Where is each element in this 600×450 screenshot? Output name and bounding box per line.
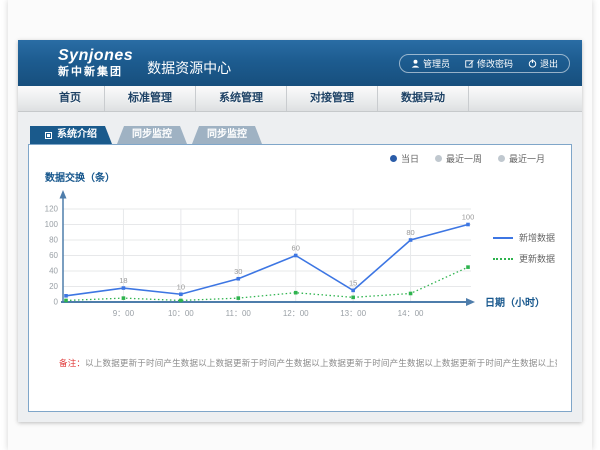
svg-text:18: 18	[119, 276, 127, 285]
svg-text:0: 0	[54, 298, 59, 307]
nav-item-data-change[interactable]: 数据异动	[378, 86, 469, 111]
svg-text:14：00: 14：00	[398, 309, 424, 318]
nav-item-home[interactable]: 首页	[36, 86, 105, 111]
grid-icon	[45, 132, 52, 139]
brand-name-chinese: 新中新集团	[58, 66, 133, 79]
svg-text:100: 100	[45, 220, 59, 229]
legend-label: 更新数据	[519, 252, 555, 265]
time-filter-group: 当日 最近一周 最近一月	[390, 152, 545, 165]
solid-line-swatch	[493, 237, 513, 239]
radio-icon	[390, 155, 397, 162]
filter-label: 最近一月	[509, 152, 545, 165]
tab-bar: 系统介绍 同步监控 同步监控	[30, 126, 267, 144]
admin-user-label: 管理员	[423, 57, 450, 70]
content-area: 系统介绍 同步监控 同步监控 当日 最近一周	[18, 112, 582, 422]
time-filter-option-month[interactable]: 最近一月	[498, 152, 545, 165]
svg-text:60: 60	[292, 244, 300, 253]
change-password-button[interactable]: 修改密码	[465, 57, 513, 70]
filter-label: 最近一周	[446, 152, 482, 165]
tab-system-intro[interactable]: 系统介绍	[30, 126, 112, 144]
svg-text:80: 80	[49, 236, 58, 245]
logout-icon	[528, 59, 537, 68]
svg-text:30: 30	[234, 267, 242, 276]
chart-panel: 当日 最近一周 最近一月 数据交换（条） 0 20 40 60 80 100 120 9：00…	[28, 144, 572, 412]
time-filter-option-today[interactable]: 当日	[390, 152, 419, 165]
main-nav: 首页 标准管理 系统管理 对接管理 数据异动	[18, 86, 582, 112]
radio-icon	[435, 155, 442, 162]
svg-text:9：00: 9：00	[113, 309, 135, 318]
svg-text:12：00: 12：00	[283, 309, 309, 318]
change-password-label: 修改密码	[477, 57, 513, 70]
exchange-line-chart: 0 20 40 60 80 100 120 9：00 10：00 11：00 12：00 13：00 1…	[39, 185, 569, 335]
browser-viewport: Synjones 新中新集团 数据资源中心 管理员 修改密码 退出	[8, 0, 592, 450]
svg-text:20: 20	[49, 282, 58, 291]
app-window: Synjones 新中新集团 数据资源中心 管理员 修改密码 退出	[18, 40, 582, 422]
brand-logo: Synjones 新中新集团	[58, 47, 133, 78]
svg-text:日期（小时）: 日期（小时）	[485, 296, 545, 309]
radio-icon	[498, 155, 505, 162]
legend-item-new-data[interactable]: 新增数据	[493, 231, 555, 244]
user-icon	[411, 59, 420, 68]
legend-item-updated-data[interactable]: 更新数据	[493, 252, 555, 265]
tab-label: 系统介绍	[57, 126, 97, 144]
svg-text:10：00: 10：00	[168, 309, 194, 318]
svg-text:11：00: 11：00	[226, 309, 252, 318]
footnote-prefix: 备注：	[59, 358, 85, 368]
logout-label: 退出	[540, 57, 558, 70]
time-filter-option-week[interactable]: 最近一周	[435, 152, 482, 165]
app-title: 数据资源中心	[147, 58, 231, 78]
admin-user-button[interactable]: 管理员	[411, 57, 450, 70]
tab-label: 同步监控	[132, 126, 172, 144]
user-toolbar: 管理员 修改密码 退出	[399, 54, 570, 73]
legend-label: 新增数据	[519, 231, 555, 244]
svg-text:80: 80	[406, 228, 414, 237]
tab-label: 同步监控	[207, 126, 247, 144]
nav-item-system-mgmt[interactable]: 系统管理	[196, 86, 287, 111]
filter-label: 当日	[401, 152, 419, 165]
logout-button[interactable]: 退出	[528, 57, 558, 70]
svg-text:15: 15	[349, 278, 357, 287]
edit-icon	[465, 59, 474, 68]
app-header: Synjones 新中新集团 数据资源中心 管理员 修改密码 退出	[18, 40, 582, 86]
svg-text:120: 120	[45, 205, 59, 214]
brand-wordmark: Synjones	[58, 47, 133, 65]
svg-text:40: 40	[49, 267, 58, 276]
tab-sync-monitor-1[interactable]: 同步监控	[117, 126, 187, 144]
footnote: 备注：以上数据更新于时间产生数据以上数据更新于时间产生数据以上数据更新于时间产生…	[59, 357, 557, 369]
svg-text:100: 100	[462, 213, 475, 222]
nav-item-interface-mgmt[interactable]: 对接管理	[287, 86, 378, 111]
footnote-text: 以上数据更新于时间产生数据以上数据更新于时间产生数据以上数据更新于时间产生数据以…	[85, 358, 557, 368]
svg-text:10: 10	[177, 282, 185, 291]
chart-legend: 新增数据 更新数据	[493, 231, 555, 273]
dotted-line-swatch	[493, 258, 513, 260]
tab-sync-monitor-2[interactable]: 同步监控	[192, 126, 262, 144]
svg-text:60: 60	[49, 251, 58, 260]
svg-text:13：00: 13：00	[340, 309, 366, 318]
nav-item-standard-mgmt[interactable]: 标准管理	[105, 86, 196, 111]
y-axis-title: 数据交换（条）	[45, 169, 115, 184]
